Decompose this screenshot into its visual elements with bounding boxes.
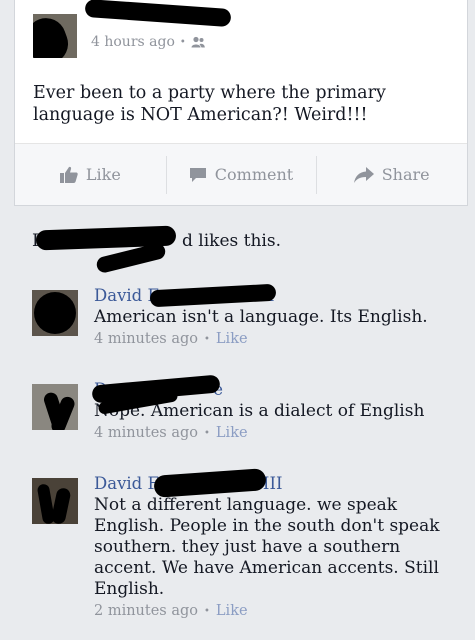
share-arrow-icon xyxy=(353,166,374,183)
commenter-avatar[interactable] xyxy=(32,384,78,430)
separator-dot: • xyxy=(204,333,210,345)
comment-like-link[interactable]: Like xyxy=(216,603,248,619)
commenter-name-tail[interactable]: III xyxy=(263,474,283,493)
post-text: Ever been to a party where the primary l… xyxy=(33,83,386,125)
thumbs-up-icon xyxy=(59,166,78,183)
feed-page: 4 hours ago • Ever been to a party where… xyxy=(0,0,475,640)
redaction-mark xyxy=(50,486,72,524)
comment-timestamp[interactable]: 4 minutes ago xyxy=(94,331,198,347)
redaction-mark xyxy=(84,0,232,28)
likes-summary-text: d likes this. xyxy=(182,231,281,251)
commenter-name-text[interactable]: David F xyxy=(94,474,159,493)
commenter-avatar[interactable] xyxy=(32,478,78,524)
commenter-name-text[interactable]: David F xyxy=(94,286,159,305)
comment-body: David F III Not a different language. we … xyxy=(94,474,464,619)
comment-text: American isn't a language. Its English. xyxy=(94,307,428,327)
separator-dot: • xyxy=(204,605,210,617)
comment-text: Not a different language. we speak Engli… xyxy=(94,495,440,599)
comment-like-link[interactable]: Like xyxy=(216,425,248,441)
comment-like-link[interactable]: Like xyxy=(216,331,248,347)
comment-button-label: Comment xyxy=(214,165,294,184)
comment-button[interactable]: Comment xyxy=(165,144,317,205)
share-button[interactable]: Share xyxy=(316,144,467,205)
like-button[interactable]: Like xyxy=(15,144,166,205)
post-action-bar: Like Comment Share xyxy=(15,143,467,205)
comment-timestamp[interactable]: 4 minutes ago xyxy=(94,425,198,441)
comment-bubble-icon xyxy=(189,167,207,183)
comment-meta: 4 minutes ago • Like xyxy=(94,331,464,347)
author-avatar[interactable] xyxy=(33,14,77,58)
commenter-name[interactable]: David F III xyxy=(94,474,464,495)
commenter-avatar[interactable] xyxy=(32,290,78,336)
like-button-label: Like xyxy=(85,165,121,184)
separator-dot: • xyxy=(204,427,210,439)
comment-timestamp[interactable]: 2 minutes ago xyxy=(94,603,198,619)
share-button-label: Share xyxy=(381,165,430,184)
separator-dot: • xyxy=(179,36,186,48)
redaction-mark xyxy=(34,292,76,334)
post-timestamp[interactable]: 4 hours ago xyxy=(91,34,175,50)
redaction-mark xyxy=(33,14,74,58)
comment-meta: 4 minutes ago • Like xyxy=(94,425,464,441)
post-card: 4 hours ago • Ever been to a party where… xyxy=(14,0,468,206)
friends-icon[interactable] xyxy=(191,36,205,48)
post-meta: 4 hours ago • xyxy=(91,34,205,50)
comment-meta: 2 minutes ago • Like xyxy=(94,603,464,619)
